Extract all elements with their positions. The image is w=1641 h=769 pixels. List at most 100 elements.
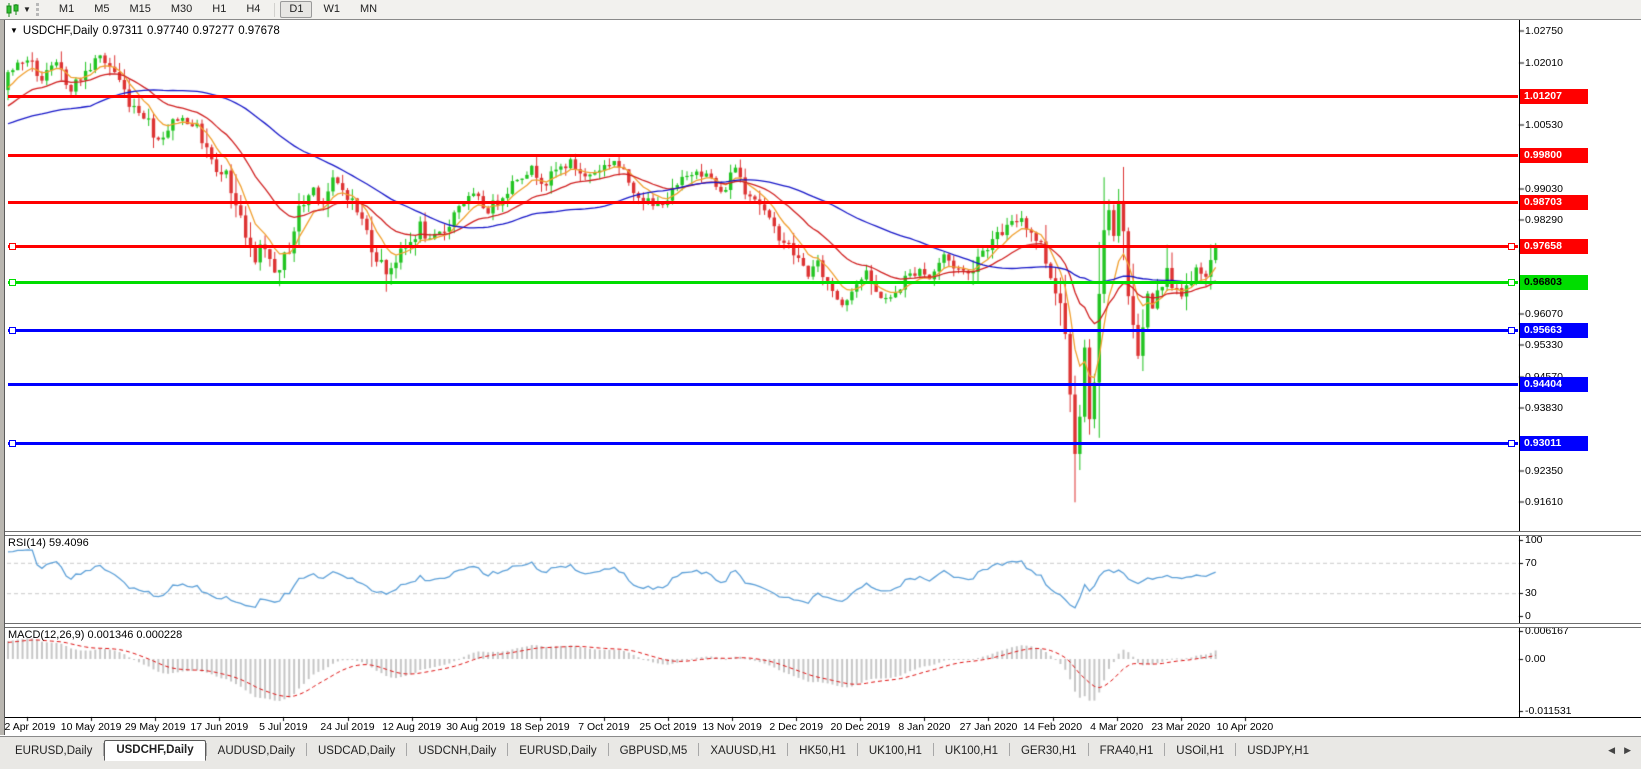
date-tick-label: 23 Mar 2020 [1151, 721, 1211, 733]
chart-tab-ger30-h1[interactable]: GER30,H1 [1010, 742, 1088, 761]
macd-scale-label: -0.011531 [1525, 704, 1572, 717]
rsi-scale-label: 30 [1525, 587, 1537, 600]
main-rsi-divider[interactable] [0, 531, 1641, 536]
horizontal-level-line[interactable] [8, 200, 1518, 204]
chart-tab-usdchf-daily[interactable]: USDCHF,Daily [104, 740, 206, 761]
rsi-indicator-label: RSI(14) 59.4096 [8, 537, 89, 549]
chart-tab-usoil-h1[interactable]: USOil,H1 [1165, 742, 1235, 761]
price-tick-label: 0.98290 [1525, 213, 1563, 226]
chart-context-arrow-icon[interactable]: ▼ [10, 26, 18, 35]
timeframe-button-h1[interactable]: H1 [203, 1, 235, 18]
date-tick-label: 25 Oct 2019 [639, 721, 697, 733]
rsi-scale-label: 70 [1525, 556, 1537, 569]
line-handle[interactable] [9, 327, 16, 335]
line-handle[interactable] [1508, 279, 1515, 287]
price-tick-label: 0.95330 [1525, 339, 1563, 351]
rsi-macd-divider[interactable] [0, 623, 1641, 628]
price-tick-label: 1.02750 [1525, 25, 1563, 38]
timeframe-button-mn[interactable]: MN [351, 1, 386, 18]
line-handle[interactable] [1508, 243, 1515, 251]
tab-scroll-left-icon[interactable]: ◀ [1608, 745, 1615, 756]
timeframe-button-m5[interactable]: M5 [85, 1, 118, 18]
date-tick-label: 4 Mar 2020 [1090, 721, 1144, 733]
chart-tab-uk100-h1[interactable]: UK100,H1 [934, 742, 1009, 761]
price-tick-label: 1.02010 [1525, 56, 1563, 69]
price-level-badge: 0.99800 [1520, 148, 1588, 164]
timeframe-button-m15[interactable]: M15 [120, 1, 159, 18]
ohlc-close: 0.97678 [238, 25, 280, 37]
line-handle[interactable] [1508, 327, 1515, 335]
macd-scale-label: 0.00 [1525, 653, 1546, 665]
chart-symbol-label: USDCHF,Daily [22, 25, 99, 37]
price-tick-label: 1.00530 [1525, 119, 1563, 132]
toolbar-separator [274, 2, 276, 17]
horizontal-level-line[interactable] [8, 329, 1518, 333]
tab-scroll-right-icon[interactable]: ▶ [1624, 745, 1631, 756]
date-tick-label: 17 Jun 2019 [190, 721, 249, 733]
chart-tab-xauusd-h1[interactable]: XAUUSD,H1 [699, 742, 787, 761]
price-level-badge: 0.94404 [1520, 376, 1588, 392]
timeframe-button-h4[interactable]: H4 [237, 1, 269, 18]
date-tick-label: 8 Jan 2020 [898, 721, 951, 733]
macd-indicator-label: MACD(12,26,9) 0.001346 0.000228 [8, 629, 183, 641]
rsi-scale-label: 0 [1525, 610, 1531, 622]
price-tick-label: 0.92350 [1525, 465, 1563, 477]
date-tick-label: 10 May 2019 [60, 721, 122, 733]
dropdown-arrow-icon[interactable]: ▼ [23, 5, 31, 14]
horizontal-level-line[interactable] [8, 154, 1518, 158]
price-level-badge: 0.96803 [1520, 275, 1588, 291]
date-tick-label: 7 Oct 2019 [578, 721, 630, 733]
date-tick-label: 18 Sep 2019 [510, 721, 570, 733]
horizontal-level-line[interactable] [8, 382, 1518, 386]
price-level-badge: 0.98703 [1520, 194, 1588, 210]
timeframe-button-m1[interactable]: M1 [50, 1, 83, 18]
price-level-badge: 0.93011 [1520, 435, 1588, 451]
chart-tab-eurusd-daily[interactable]: EURUSD,Daily [508, 742, 607, 761]
mt4-chart-window: ▼ M1 M5 M15 M30 H1 H4 D1 W1 MN ▼ USDCHF,Daily 0.97… [0, 0, 1641, 769]
horizontal-level-line[interactable] [8, 94, 1518, 98]
timeframe-button-d1[interactable]: D1 [280, 1, 313, 18]
chart-tab-fra40-h1[interactable]: FRA40,H1 [1089, 742, 1165, 761]
line-handle[interactable] [9, 243, 16, 251]
price-tick-label: 0.91610 [1525, 496, 1563, 509]
date-tick-label: 14 Feb 2020 [1023, 721, 1083, 733]
date-tick-label: 24 Jul 2019 [320, 721, 375, 733]
chart-tab-usdjpy-h1[interactable]: USDJPY,H1 [1236, 742, 1320, 761]
date-tick-label: 27 Jan 2020 [959, 721, 1018, 733]
timeframe-button-m30[interactable]: M30 [162, 1, 201, 18]
chart-tab-usdcnh-daily[interactable]: USDCNH,Daily [407, 742, 507, 761]
window-left-border [0, 19, 5, 735]
date-tick-label: 20 Dec 2019 [830, 721, 891, 733]
price-level-badge: 0.97658 [1520, 239, 1588, 255]
chart-tab-audusd-daily[interactable]: AUDUSD,Daily [207, 742, 306, 761]
chart-tab-gbpusd-m5[interactable]: GBPUSD,M5 [609, 742, 699, 761]
date-tick-label: 22 Apr 2019 [0, 721, 56, 733]
timeframe-button-w1[interactable]: W1 [314, 1, 349, 18]
price-tick-label: 0.93830 [1525, 402, 1563, 415]
chart-tab-usdcad-daily[interactable]: USDCAD,Daily [307, 742, 406, 761]
line-handle[interactable] [9, 279, 16, 287]
price-tick-label: 0.99030 [1525, 182, 1563, 195]
ohlc-high: 0.97740 [147, 25, 189, 37]
ohlc-low: 0.97277 [192, 25, 235, 37]
line-handle[interactable] [9, 439, 16, 447]
horizontal-level-line[interactable] [8, 245, 1518, 249]
line-handle[interactable] [1508, 439, 1515, 447]
date-tick-label: 30 Aug 2019 [446, 721, 506, 733]
date-tick-label: 13 Nov 2019 [702, 721, 762, 733]
chart-tab-uk100-h1[interactable]: UK100,H1 [858, 742, 933, 761]
chart-title: ▼ USDCHF,Daily 0.97311 0.97740 0.97277 0.9767… [10, 25, 284, 37]
chart-tab-eurusd-daily[interactable]: EURUSD,Daily [4, 742, 103, 761]
ohlc-open: 0.97311 [102, 25, 144, 37]
price-level-badge: 0.95663 [1520, 323, 1588, 339]
horizontal-level-line[interactable] [8, 281, 1518, 285]
horizontal-level-line[interactable] [8, 441, 1518, 445]
date-tick-label: 12 Aug 2019 [382, 721, 442, 733]
price-level-badge: 1.01207 [1520, 88, 1588, 104]
timeframe-toolbar: ▼ M1 M5 M15 M30 H1 H4 D1 W1 MN [0, 0, 1641, 20]
chart-tab-hk50-h1[interactable]: HK50,H1 [788, 742, 857, 761]
toolbar-grip[interactable] [35, 3, 43, 16]
date-tick-label: 10 Apr 2020 [1216, 721, 1274, 733]
chart-type-icon[interactable] [4, 2, 22, 17]
date-tick-label: 29 May 2019 [124, 721, 186, 733]
